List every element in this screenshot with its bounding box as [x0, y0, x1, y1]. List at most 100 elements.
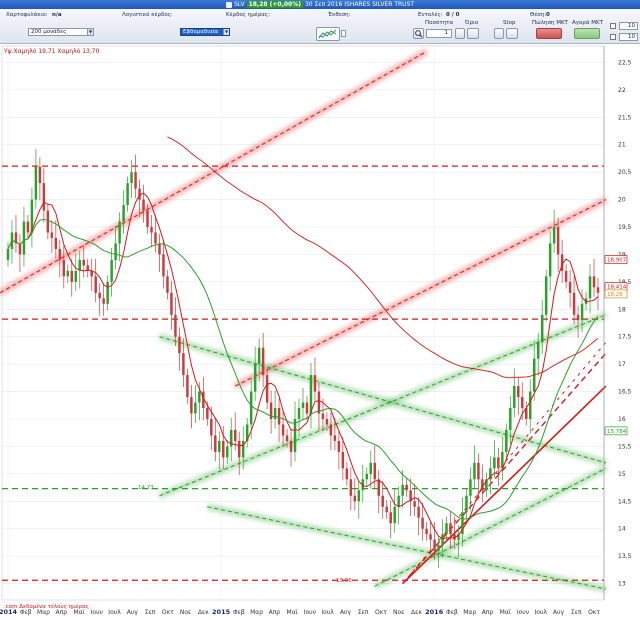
candle-body	[70, 270, 74, 282]
level-label-1473: 14,73	[138, 485, 154, 491]
x-tick-label: Ιουν	[304, 609, 317, 616]
x-tick-label: Σεπ	[571, 609, 582, 616]
candle-body	[377, 479, 380, 496]
candle-body	[393, 506, 396, 524]
x-tick-label: Μαϊ	[73, 609, 84, 616]
candle-body	[174, 314, 177, 337]
y-tick-label: 14	[618, 526, 626, 533]
x-tick-label: Φεβ	[20, 609, 32, 616]
stop-plus-button[interactable]	[506, 28, 518, 39]
candle-body	[122, 205, 125, 222]
limit-label: Όριο	[465, 20, 479, 26]
candle-body	[249, 391, 253, 425]
candle-body	[158, 243, 161, 255]
units-select-value: 200 μονάδες	[31, 29, 67, 35]
y-tick-label: 17	[618, 361, 626, 368]
buy-market-button[interactable]	[574, 28, 600, 39]
candle-body	[134, 172, 137, 189]
candle-body	[110, 259, 113, 282]
limit-plus-button[interactable]	[467, 28, 479, 39]
candle-body	[285, 435, 289, 441]
candle-body	[576, 314, 580, 321]
orders-value[interactable]: 0 / 0	[446, 12, 460, 18]
position-value: 0	[546, 12, 550, 18]
spin-field-1-value: 10	[628, 23, 635, 29]
sell-market-button[interactable]	[536, 28, 562, 39]
spin-field-1[interactable]: 10	[619, 22, 638, 30]
candle-body	[241, 440, 245, 458]
checkbox-2[interactable]	[610, 34, 616, 40]
candle-body	[118, 221, 121, 244]
candle-body	[154, 232, 157, 244]
candle-body	[341, 451, 345, 469]
candle-body	[42, 183, 46, 211]
x-tick-label: Μαϊ	[500, 609, 511, 616]
candle-body	[106, 281, 109, 304]
price-tag-label: 18,28	[607, 292, 623, 298]
candle-body	[469, 479, 472, 496]
price-tags: 18,90718,41418,2815,784	[604, 255, 628, 436]
x-tick-label: Δεκ	[411, 609, 422, 616]
app-icon	[225, 1, 232, 8]
candle-body	[433, 539, 436, 551]
candle-body	[556, 227, 560, 255]
candle-body	[289, 440, 293, 452]
price-tag-label: 18,907	[607, 258, 627, 264]
y-tick-label: 13	[618, 581, 626, 588]
y-tick-label: 18	[618, 306, 626, 313]
chevron-down-icon[interactable]: ▼	[223, 29, 229, 35]
quantity-label: Ποσότητα	[425, 20, 454, 26]
candle-body	[544, 276, 548, 315]
chart-canvas[interactable]: 1313,51414,51515,51616,51717,51818,51919…	[0, 44, 640, 620]
candle-body	[437, 545, 440, 551]
chart-type-button[interactable]	[316, 27, 340, 41]
x-tick-label: Μαρ	[463, 609, 476, 616]
high-low-text: Υψ.Χαμηλό 19,71 Χαμηλό 13,70	[3, 48, 100, 55]
candle-body	[186, 375, 189, 398]
checkbox-1[interactable]	[610, 23, 616, 29]
quantity-input[interactable]: 1	[426, 29, 452, 38]
candle-body	[405, 484, 408, 491]
timeframe-select[interactable]: Εβδομαδιαία ▼	[180, 28, 230, 36]
order-toolbar: Χαρτοφυλάκιο: n/a Λογιστικό κέρδος: Κέρδ…	[0, 9, 640, 44]
candle-body	[381, 495, 384, 507]
y-tick-label: 16	[618, 416, 626, 423]
x-tick-label: Οκτ	[162, 609, 174, 616]
candle-body	[353, 495, 357, 502]
y-tick-label: 19,5	[618, 224, 632, 231]
x-tick-label: Ιουν	[517, 609, 530, 616]
units-select[interactable]: 200 μονάδες ▼	[28, 28, 94, 36]
chart-type-icon	[318, 29, 337, 39]
price-chart[interactable]: 1313,51414,51515,51616,51717,51818,51919…	[0, 44, 640, 620]
candle-body	[218, 440, 221, 452]
x-tick-label: Φεβ	[446, 609, 458, 616]
spin-field-2[interactable]: 10	[619, 33, 638, 41]
candle-body	[580, 303, 584, 321]
candle-body	[150, 227, 153, 233]
candle-body	[166, 276, 169, 293]
candle-body	[564, 270, 568, 282]
chart-type-dropdown[interactable]	[341, 30, 346, 37]
candle-body	[477, 462, 480, 480]
candle-body	[114, 243, 117, 260]
candle-body	[337, 440, 341, 452]
candle-body	[126, 183, 129, 206]
candle-body	[182, 353, 185, 376]
candle-body	[22, 221, 26, 255]
search-button[interactable]	[413, 28, 424, 39]
candle-body	[94, 276, 97, 293]
candle-body	[261, 347, 265, 376]
footer-data-note[interactable]: .com Δεδομένα τέλους ημέρας	[4, 603, 89, 610]
candle-body	[592, 276, 596, 288]
candle-body	[74, 270, 78, 282]
candle-body	[222, 440, 225, 458]
candle-body	[34, 166, 38, 200]
candle-body	[365, 473, 369, 480]
stop-minus-button[interactable]	[494, 28, 504, 39]
candle-body	[206, 408, 209, 419]
chevron-down-icon[interactable]: ▼	[87, 29, 93, 35]
limit-minus-button[interactable]	[455, 28, 465, 39]
x-tick-label: Μαρ	[37, 609, 50, 616]
candle-body	[38, 166, 42, 184]
candle-body	[233, 429, 237, 441]
